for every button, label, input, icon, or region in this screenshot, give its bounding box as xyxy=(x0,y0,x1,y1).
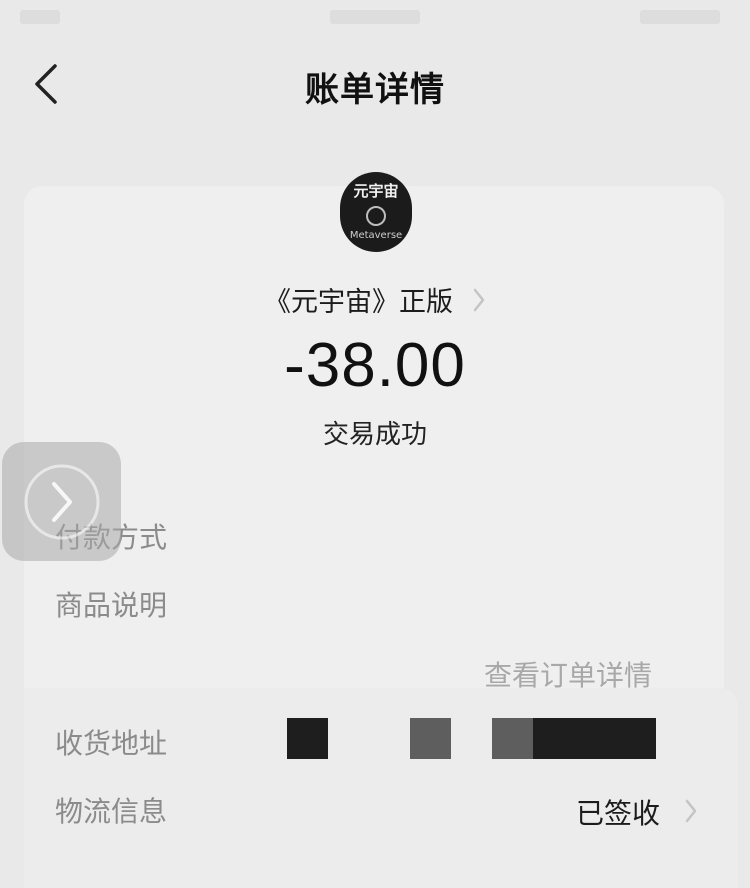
chevron-right-icon xyxy=(24,464,99,539)
redacted-block xyxy=(287,718,328,759)
cover-emblem-icon xyxy=(366,206,386,226)
shipping-address-label: 收货地址 xyxy=(55,727,168,760)
cover-subtitle: Metaverse xyxy=(349,230,403,241)
floating-assistive-button[interactable] xyxy=(2,442,121,561)
transaction-status: 交易成功 xyxy=(322,420,427,450)
redacted-block xyxy=(492,718,533,759)
nav-bar: 账单详情 xyxy=(0,48,750,122)
time-indicator xyxy=(330,10,420,24)
redacted-block xyxy=(533,718,656,759)
product-name-link[interactable]: 《元宇宙》正版 xyxy=(0,280,750,320)
battery-icon xyxy=(640,10,720,24)
product-desc-label: 商品说明 xyxy=(55,589,168,622)
product-name: 《元宇宙》正版 xyxy=(263,287,453,318)
signal-icon xyxy=(20,10,60,24)
product-thumbnail: 元宇宙 Metaverse xyxy=(340,172,412,252)
cover-title: 元宇宙 xyxy=(353,182,399,200)
chevron-right-icon xyxy=(473,288,485,311)
transaction-amount: -38.00 xyxy=(284,331,466,400)
status-bar xyxy=(0,0,750,36)
logistics-label: 物流信息 xyxy=(55,795,168,828)
redacted-block xyxy=(410,718,451,759)
chevron-right-icon xyxy=(685,799,697,823)
logistics-value[interactable]: 已签收 xyxy=(576,792,660,832)
page-title: 账单详情 xyxy=(305,70,445,110)
